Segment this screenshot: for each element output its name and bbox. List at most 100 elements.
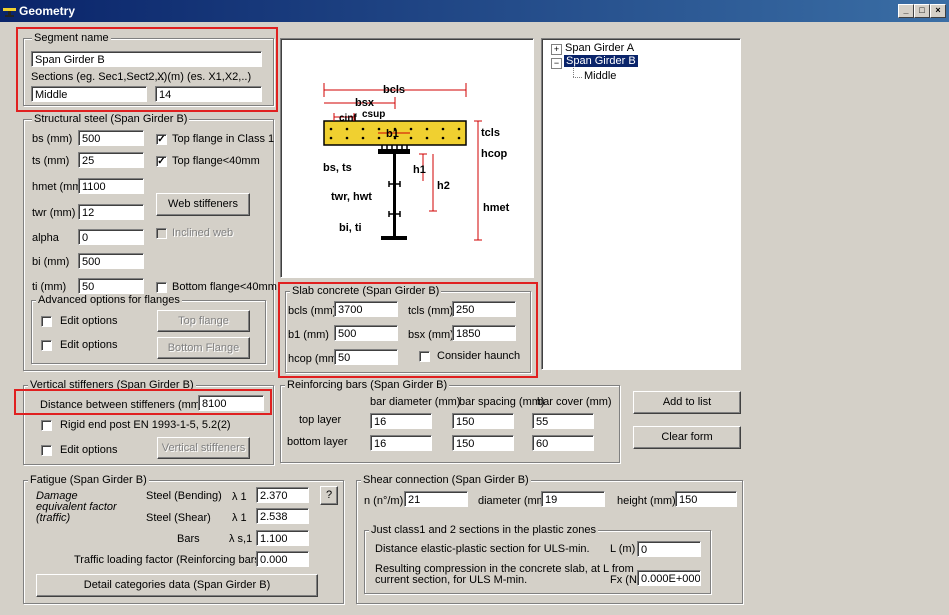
section-drawing: bcls bsx cinf csup b1 tcls hcop bs, ts h… (280, 38, 534, 278)
lambda-bars-label: λ s,1 (229, 533, 253, 545)
traffic-input[interactable]: 0.000 (256, 551, 309, 567)
advanced-legend: Advanced options for flanges (36, 294, 182, 306)
shear-label: Steel (Shear) (146, 512, 211, 524)
shear-input[interactable]: 2.538 (256, 508, 309, 524)
traffic-label: Traffic loading factor (Reinforcing bars… (74, 554, 264, 566)
edit-options-bottom-checkbox[interactable] (41, 340, 52, 351)
lambda-bending-label: λ 1 (232, 491, 247, 503)
tree-item-span-girder-b[interactable]: Span Girder B (564, 55, 638, 67)
height-input[interactable]: 150 (675, 491, 737, 507)
inclined-web-checkbox[interactable] (156, 228, 167, 239)
minimize-button[interactable]: _ (898, 4, 914, 18)
label-h1: h1 (413, 164, 426, 176)
compression-label-2: current section, for ULS M-min. (375, 574, 528, 586)
rebar-top-cover-input[interactable]: 55 (532, 413, 594, 429)
label-bs-ts: bs, ts (323, 162, 352, 174)
tree-item-middle[interactable]: Middle (584, 70, 616, 82)
bottom-flange-shape (381, 236, 407, 240)
app-icon (3, 8, 16, 17)
rebar-col-cover: bar cover (mm) (537, 396, 612, 408)
twr-label: twr (mm) (32, 207, 76, 219)
collapse-b-icon[interactable]: − (551, 58, 562, 69)
top-class1-checkbox[interactable]: ✓ (156, 134, 167, 145)
ti-input[interactable]: 50 (78, 278, 144, 294)
label-bcls: bcls (383, 84, 405, 96)
twr-input[interactable]: 12 (78, 204, 144, 220)
top-flange-shape (378, 149, 410, 154)
vertical-stiffeners-button[interactable]: Vertical stiffeners (157, 437, 250, 459)
add-to-list-button[interactable]: Add to list (633, 391, 741, 414)
hmet-input[interactable]: 1100 (78, 178, 144, 194)
rebar-bottom-cover-input[interactable]: 60 (532, 435, 594, 451)
window-title: Geometry (19, 4, 76, 18)
plastic-legend: Just class1 and 2 sections in the plasti… (369, 524, 599, 536)
steel-legend: Structural steel (Span Girder B) (32, 113, 190, 125)
label-cinf: cinf (339, 113, 357, 124)
segment-tree[interactable]: + Span Girder A − Span Girder B Middle (541, 38, 741, 370)
rigid-end-post-checkbox[interactable] (41, 420, 52, 431)
bars-label: Bars (177, 533, 200, 545)
bi-input[interactable]: 500 (78, 253, 144, 269)
bs-label: bs (mm) (32, 133, 73, 145)
rebar-bottom-label: bottom layer (287, 436, 348, 448)
expand-a-icon[interactable]: + (551, 44, 562, 55)
n-input[interactable]: 21 (404, 491, 468, 507)
top-40-checkbox[interactable]: ✓ (156, 156, 167, 167)
top-flange-button[interactable]: Top flange (157, 310, 250, 332)
ts-input[interactable]: 25 (78, 152, 144, 168)
rebar-bottom-diameter-input[interactable]: 16 (370, 435, 432, 451)
bottom-flange-button[interactable]: Bottom Flange (157, 337, 250, 359)
edit-options-vertical-checkbox[interactable] (41, 445, 52, 456)
rebar-col-spacing: bar spacing (mm) (459, 396, 545, 408)
maximize-button[interactable]: □ (914, 4, 930, 18)
label-bsx: bsx (355, 97, 375, 109)
web-shape (393, 154, 396, 236)
lambda-shear-label: λ 1 (232, 512, 247, 524)
label-hmet: hmet (483, 202, 510, 214)
web-stiffeners-button[interactable]: Web stiffeners (156, 193, 250, 216)
label-h2: h2 (437, 180, 450, 192)
title-bar: Geometry _ □ × (0, 0, 949, 22)
tree-item-span-girder-a[interactable]: Span Girder A (565, 42, 634, 54)
bi-label: bi (mm) (32, 256, 70, 268)
ts-label: ts (mm) (32, 155, 70, 167)
girder-diagram: bcls bsx cinf csup b1 tcls hcop bs, ts h… (323, 83, 510, 241)
diameter-input[interactable]: 19 (541, 491, 605, 507)
fatigue-legend: Fatigue (Span Girder B) (28, 474, 149, 486)
inclined-web-label: Inclined web (172, 227, 234, 239)
n-label: n (n°/m) (364, 495, 404, 507)
bars-input[interactable]: 1.100 (256, 530, 309, 546)
help-button[interactable]: ? (320, 486, 338, 505)
fx-input[interactable]: 0.000E+000 (637, 570, 701, 586)
rebar-top-label: top layer (299, 414, 342, 426)
rebar-bottom-spacing-input[interactable]: 150 (452, 435, 514, 451)
label-tcls: tcls (481, 127, 500, 139)
distance-elastic-label: Distance elastic-plastic section for ULS… (375, 543, 590, 555)
detail-categories-button[interactable]: Detail categories data (Span Girder B) (36, 574, 318, 597)
l-input[interactable]: 0 (637, 541, 701, 557)
bottom-40-checkbox[interactable] (156, 282, 167, 293)
close-button[interactable]: × (930, 4, 946, 18)
diameter-label: diameter (mm) (478, 495, 550, 507)
label-hcop: hcop (481, 148, 508, 160)
label-csup: csup (362, 109, 385, 120)
clear-form-button[interactable]: Clear form (633, 426, 741, 449)
rebar-top-spacing-input[interactable]: 150 (452, 413, 514, 429)
label-bi-ti: bi, ti (339, 222, 362, 234)
alpha-input[interactable]: 0 (78, 229, 144, 245)
height-label: height (mm) (617, 495, 676, 507)
tree-line (573, 77, 582, 79)
edit-options-vertical-label: Edit options (60, 444, 118, 456)
label-b1: b1 (386, 128, 399, 140)
edit-options-top-checkbox[interactable] (41, 316, 52, 327)
rebar-col-diameter: bar diameter (mm) (370, 396, 461, 408)
edit-options-bottom-label: Edit options (60, 339, 118, 351)
fx-label: Fx (N) (610, 574, 641, 586)
distance-highlight (14, 389, 272, 415)
rebar-top-diameter-input[interactable]: 16 (370, 413, 432, 429)
shear-legend: Shear connection (Span Girder B) (361, 474, 531, 486)
bottom-40-label: Bottom flange<40mm (172, 281, 277, 293)
bending-input[interactable]: 2.370 (256, 487, 309, 503)
bs-input[interactable]: 500 (78, 130, 144, 146)
edit-options-top-label: Edit options (60, 315, 118, 327)
